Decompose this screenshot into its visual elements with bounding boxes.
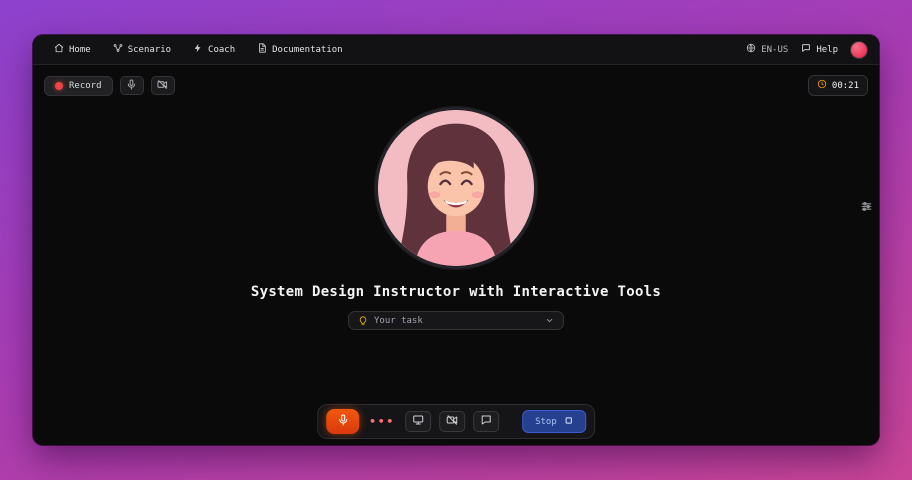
- help-button[interactable]: Help: [801, 43, 838, 56]
- nav-item-label: Scenario: [128, 45, 171, 55]
- scenario-icon: [113, 43, 123, 56]
- monitor-icon: [412, 414, 424, 429]
- camera-toggle-button[interactable]: [439, 411, 465, 432]
- chevron-down-icon: [545, 316, 554, 325]
- mic-toggle-button[interactable]: [326, 409, 359, 434]
- timer-value: 00:21: [832, 81, 859, 91]
- nav-item-label: Home: [69, 45, 91, 55]
- camera-off-icon: [157, 78, 168, 93]
- recorder-toolbar: Record 00:21: [33, 65, 879, 96]
- lightbulb-icon: [358, 316, 368, 326]
- nav-item-label: Coach: [208, 45, 235, 55]
- camera-off-icon: [446, 414, 458, 429]
- page-title: System Design Instructor with Interactiv…: [33, 284, 879, 300]
- task-dropdown-label: Your task: [374, 316, 423, 326]
- record-button[interactable]: Record: [44, 76, 113, 96]
- top-navbar: Home Scenario Coach Documentation EN-US …: [33, 35, 879, 65]
- call-control-bar: ••• Stop: [317, 404, 595, 439]
- nav-item-coach[interactable]: Coach: [184, 39, 244, 60]
- more-options-button[interactable]: •••: [367, 415, 397, 428]
- language-selector[interactable]: EN-US: [746, 43, 788, 56]
- clock-icon: [817, 79, 827, 92]
- record-dot-icon: [55, 82, 63, 90]
- nav-item-label: Documentation: [272, 45, 342, 55]
- record-label: Record: [69, 81, 102, 91]
- navbar-right: EN-US Help: [746, 42, 867, 58]
- lightning-icon: [193, 43, 203, 56]
- chat-bubble-icon: [480, 414, 492, 429]
- task-dropdown[interactable]: Your task: [348, 311, 564, 330]
- nav-item-home[interactable]: Home: [45, 39, 100, 60]
- language-label: EN-US: [761, 45, 788, 55]
- instructor-avatar-illustration: [375, 107, 537, 269]
- sliders-icon: [860, 201, 873, 216]
- globe-icon: [746, 43, 756, 56]
- microphone-icon: [126, 78, 137, 93]
- session-timer-badge: 00:21: [808, 75, 868, 96]
- toolbar-mic-button[interactable]: [120, 76, 144, 95]
- help-label: Help: [816, 45, 838, 55]
- toolbar-camera-off-button[interactable]: [151, 76, 175, 95]
- user-avatar[interactable]: [851, 42, 867, 58]
- microphone-icon: [337, 414, 349, 429]
- app-window: Home Scenario Coach Documentation EN-US …: [33, 35, 879, 445]
- screen-share-button[interactable]: [405, 411, 431, 432]
- nav-item-scenario[interactable]: Scenario: [104, 39, 180, 60]
- document-icon: [257, 43, 267, 56]
- stop-label: Stop: [535, 417, 557, 427]
- settings-sliders-toggle[interactable]: [860, 200, 873, 216]
- stop-button[interactable]: Stop: [522, 410, 586, 433]
- help-bubble-icon: [801, 43, 811, 56]
- chat-button[interactable]: [473, 411, 499, 432]
- stop-square-icon: [564, 416, 573, 428]
- nav-item-documentation[interactable]: Documentation: [248, 39, 351, 60]
- home-icon: [54, 43, 64, 56]
